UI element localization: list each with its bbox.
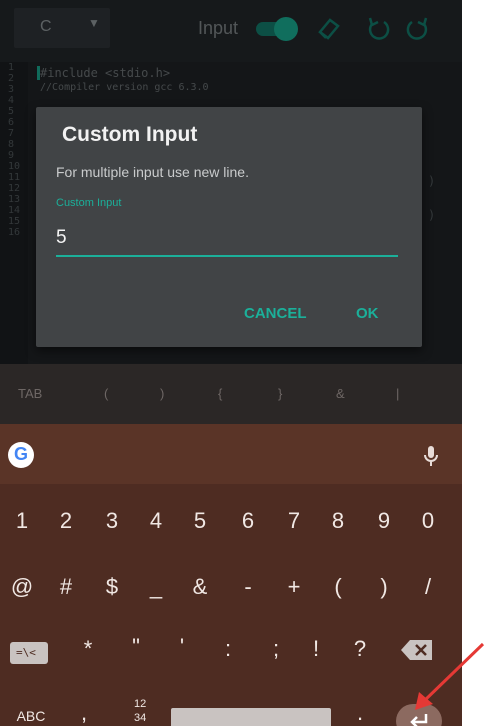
- key-comma[interactable]: ,: [64, 700, 104, 726]
- key-period[interactable]: .: [340, 700, 380, 726]
- key-at[interactable]: @: [2, 574, 42, 600]
- key-7[interactable]: 7: [274, 508, 314, 534]
- key-open-paren[interactable]: (: [318, 574, 358, 600]
- key-double-quote[interactable]: ": [116, 634, 156, 660]
- custom-input-dialog: Custom Input For multiple input use new …: [36, 107, 422, 347]
- key-single-quote[interactable]: ': [162, 634, 202, 660]
- symbol-key-open-paren[interactable]: (: [104, 386, 108, 401]
- cancel-button[interactable]: CANCEL: [244, 305, 307, 322]
- key-asterisk[interactable]: *: [68, 636, 108, 662]
- key-colon[interactable]: :: [208, 636, 248, 662]
- suggestion-strip: G: [0, 424, 462, 484]
- custom-input-value: 5: [56, 227, 67, 248]
- key-question[interactable]: ?: [340, 636, 380, 662]
- symbol-toolbar: TAB ( ) { } & |: [0, 364, 462, 424]
- key-close-paren[interactable]: ): [364, 574, 404, 600]
- numpad-label-bottom: 34: [134, 712, 147, 724]
- key-plus[interactable]: +: [274, 574, 314, 600]
- key-2[interactable]: 2: [46, 508, 86, 534]
- symbol-key-tab[interactable]: TAB: [18, 386, 42, 401]
- abc-key[interactable]: ABC: [6, 708, 56, 724]
- key-3[interactable]: 3: [92, 508, 132, 534]
- key-semicolon[interactable]: ;: [256, 636, 296, 662]
- dialog-message: For multiple input use new line.: [56, 164, 249, 180]
- ok-button[interactable]: OK: [356, 305, 379, 322]
- more-symbols-label: =\<: [16, 646, 36, 659]
- space-bar[interactable]: [171, 708, 331, 726]
- annotation-arrow: [415, 642, 485, 710]
- key-0[interactable]: 0: [408, 508, 448, 534]
- key-1[interactable]: 1: [2, 508, 42, 534]
- phone-screen: C ▼ Input 1 2 3 4 5 6 7 8 9 10 11 12 13 …: [0, 0, 462, 726]
- key-9[interactable]: 9: [364, 508, 404, 534]
- input-underline: [56, 255, 398, 257]
- key-underscore[interactable]: _: [136, 574, 176, 600]
- microphone-icon[interactable]: [422, 444, 440, 468]
- symbol-key-close-paren[interactable]: ): [160, 386, 164, 401]
- symbol-key-pipe[interactable]: |: [396, 386, 399, 401]
- key-5[interactable]: 5: [180, 508, 220, 534]
- custom-input-field[interactable]: 5: [56, 219, 398, 257]
- google-logo-icon[interactable]: G: [8, 442, 34, 468]
- custom-input-label: Custom Input: [56, 197, 122, 209]
- key-minus[interactable]: -: [228, 574, 268, 600]
- key-ampersand[interactable]: &: [180, 574, 220, 600]
- more-symbols-key[interactable]: =\<: [10, 642, 48, 664]
- key-hash[interactable]: #: [46, 574, 86, 600]
- key-exclamation[interactable]: !: [296, 636, 336, 662]
- dialog-title: Custom Input: [62, 123, 198, 146]
- symbol-key-close-brace[interactable]: }: [278, 386, 282, 401]
- symbol-key-open-brace[interactable]: {: [218, 386, 222, 401]
- numpad-key[interactable]: 12 34: [126, 698, 156, 726]
- key-6[interactable]: 6: [228, 508, 268, 534]
- soft-keyboard: G 1 2 3 4 5 6 7 8 9 0 @ # $ _ & - + ( ) …: [0, 424, 462, 726]
- symbol-key-ampersand[interactable]: &: [336, 386, 345, 401]
- numpad-label-top: 12: [134, 698, 147, 710]
- key-4[interactable]: 4: [136, 508, 176, 534]
- key-8[interactable]: 8: [318, 508, 358, 534]
- key-slash[interactable]: /: [408, 574, 448, 600]
- key-dollar[interactable]: $: [92, 574, 132, 600]
